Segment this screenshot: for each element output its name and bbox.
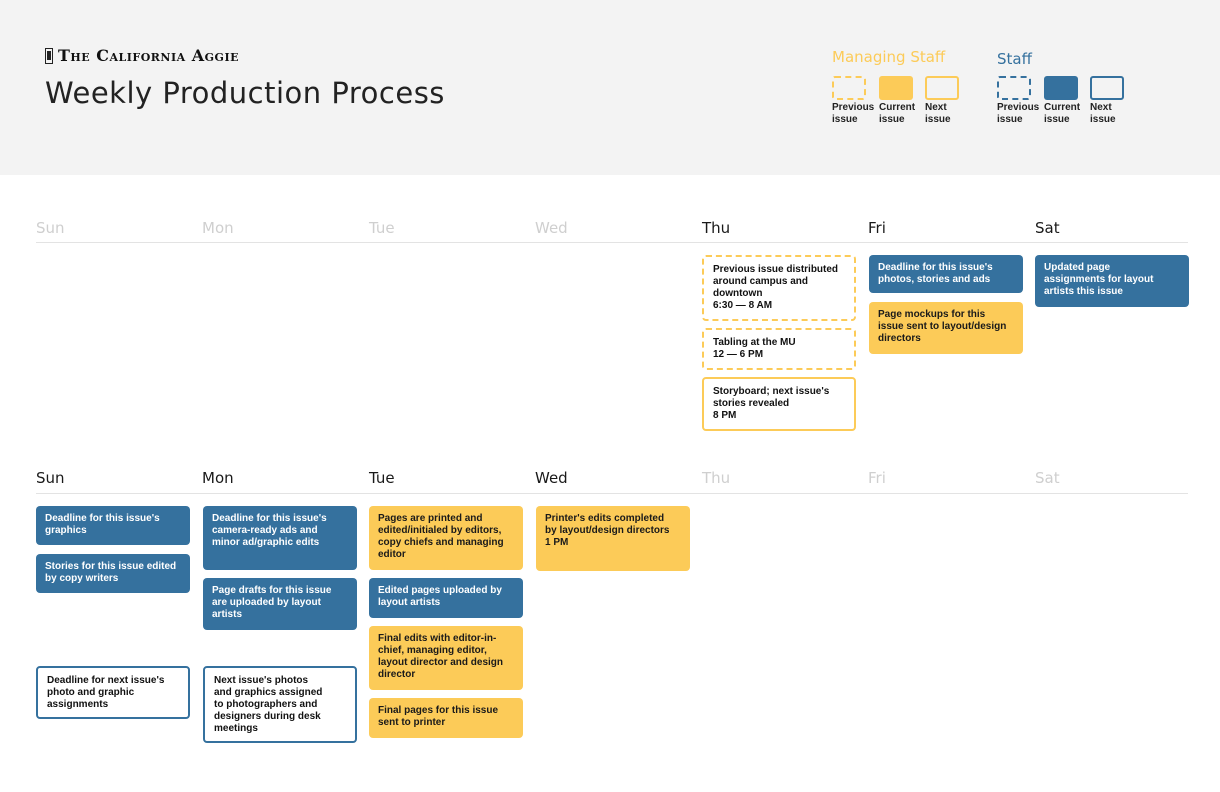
publication-name: The California Aggie — [58, 46, 239, 65]
day-label-w2-sat: Sat — [1035, 469, 1060, 487]
task-card: Page drafts for this issue are uploaded … — [203, 578, 357, 630]
swatch-managing-next — [925, 76, 959, 100]
day-label-w1-tue: Tue — [369, 219, 395, 237]
legend-staff-previous: Previous issue — [997, 76, 1047, 126]
task-card: Deadline for this issue's graphics — [36, 506, 190, 545]
day-label-w1-thu: Thu — [702, 219, 731, 237]
task-card: Next issue's photos and graphics assigne… — [203, 666, 357, 743]
legend-label: Previous issue — [832, 102, 875, 125]
legend-label: Next issue — [925, 102, 951, 125]
day-label-w1-sun: Sun — [36, 219, 65, 237]
legend-label: Previous issue — [997, 102, 1040, 125]
swatch-staff-current — [1044, 76, 1078, 100]
task-card: Stories for this issue edited by copy wr… — [36, 554, 190, 593]
task-card: Updated page assignments for layout arti… — [1035, 255, 1189, 307]
day-label-w2-fri: Fri — [868, 469, 886, 487]
task-card: Previous issue distributed around campus… — [702, 255, 856, 321]
legend-staff-current: Current issue — [1044, 76, 1094, 126]
week-divider — [36, 242, 1188, 243]
legend-managing-next: Next issue — [925, 76, 975, 126]
legend-staff-title: Staff — [997, 50, 1032, 68]
day-label-w2-wed: Wed — [535, 469, 568, 487]
task-card: Pages are printed and edited/initialed b… — [369, 506, 523, 570]
day-label-w2-mon: Mon — [202, 469, 234, 487]
swatch-managing-previous — [832, 76, 866, 100]
day-label-w2-tue: Tue — [369, 469, 395, 487]
day-label-w1-sat: Sat — [1035, 219, 1060, 237]
legend-label: Current issue — [879, 102, 916, 125]
legend-managing-current: Current issue — [879, 76, 929, 126]
task-card: Deadline for next issue's photo and grap… — [36, 666, 190, 719]
task-card: Deadline for this issue's photos, storie… — [869, 255, 1023, 293]
task-card: Page mockups for this issue sent to layo… — [869, 302, 1023, 354]
legend-label: Next issue — [1090, 102, 1116, 125]
task-card: Printer's edits completed by layout/desi… — [536, 506, 690, 571]
task-card: Deadline for this issue's camera-ready a… — [203, 506, 357, 570]
swatch-staff-previous — [997, 76, 1031, 100]
swatch-staff-next — [1090, 76, 1124, 100]
day-label-w1-wed: Wed — [535, 219, 568, 237]
task-card: Storyboard; next issue's stories reveale… — [702, 377, 856, 431]
task-card: Edited pages uploaded by layout artists — [369, 578, 523, 618]
publication-brand: The California Aggie — [45, 46, 239, 65]
day-label-w1-fri: Fri — [868, 219, 886, 237]
legend-managing-previous: Previous issue — [832, 76, 882, 126]
day-label-w2-thu: Thu — [702, 469, 731, 487]
task-card: Final pages for this issue sent to print… — [369, 698, 523, 738]
legend-staff-next: Next issue — [1090, 76, 1140, 126]
swatch-managing-current — [879, 76, 913, 100]
task-card: Tabling at the MU 12 — 6 PM — [702, 328, 856, 370]
day-label-w2-sun: Sun — [36, 469, 65, 487]
page-header: The California Aggie Weekly Production P… — [0, 0, 1220, 175]
legend-label: Current issue — [1044, 102, 1081, 125]
legend-managing-title: Managing Staff — [832, 48, 946, 66]
day-label-w1-mon: Mon — [202, 219, 234, 237]
tower-logo-icon — [45, 47, 53, 64]
week-divider — [36, 493, 1188, 494]
task-card: Final edits with editor-in- chief, manag… — [369, 626, 523, 690]
page-title: Weekly Production Process — [45, 76, 445, 110]
